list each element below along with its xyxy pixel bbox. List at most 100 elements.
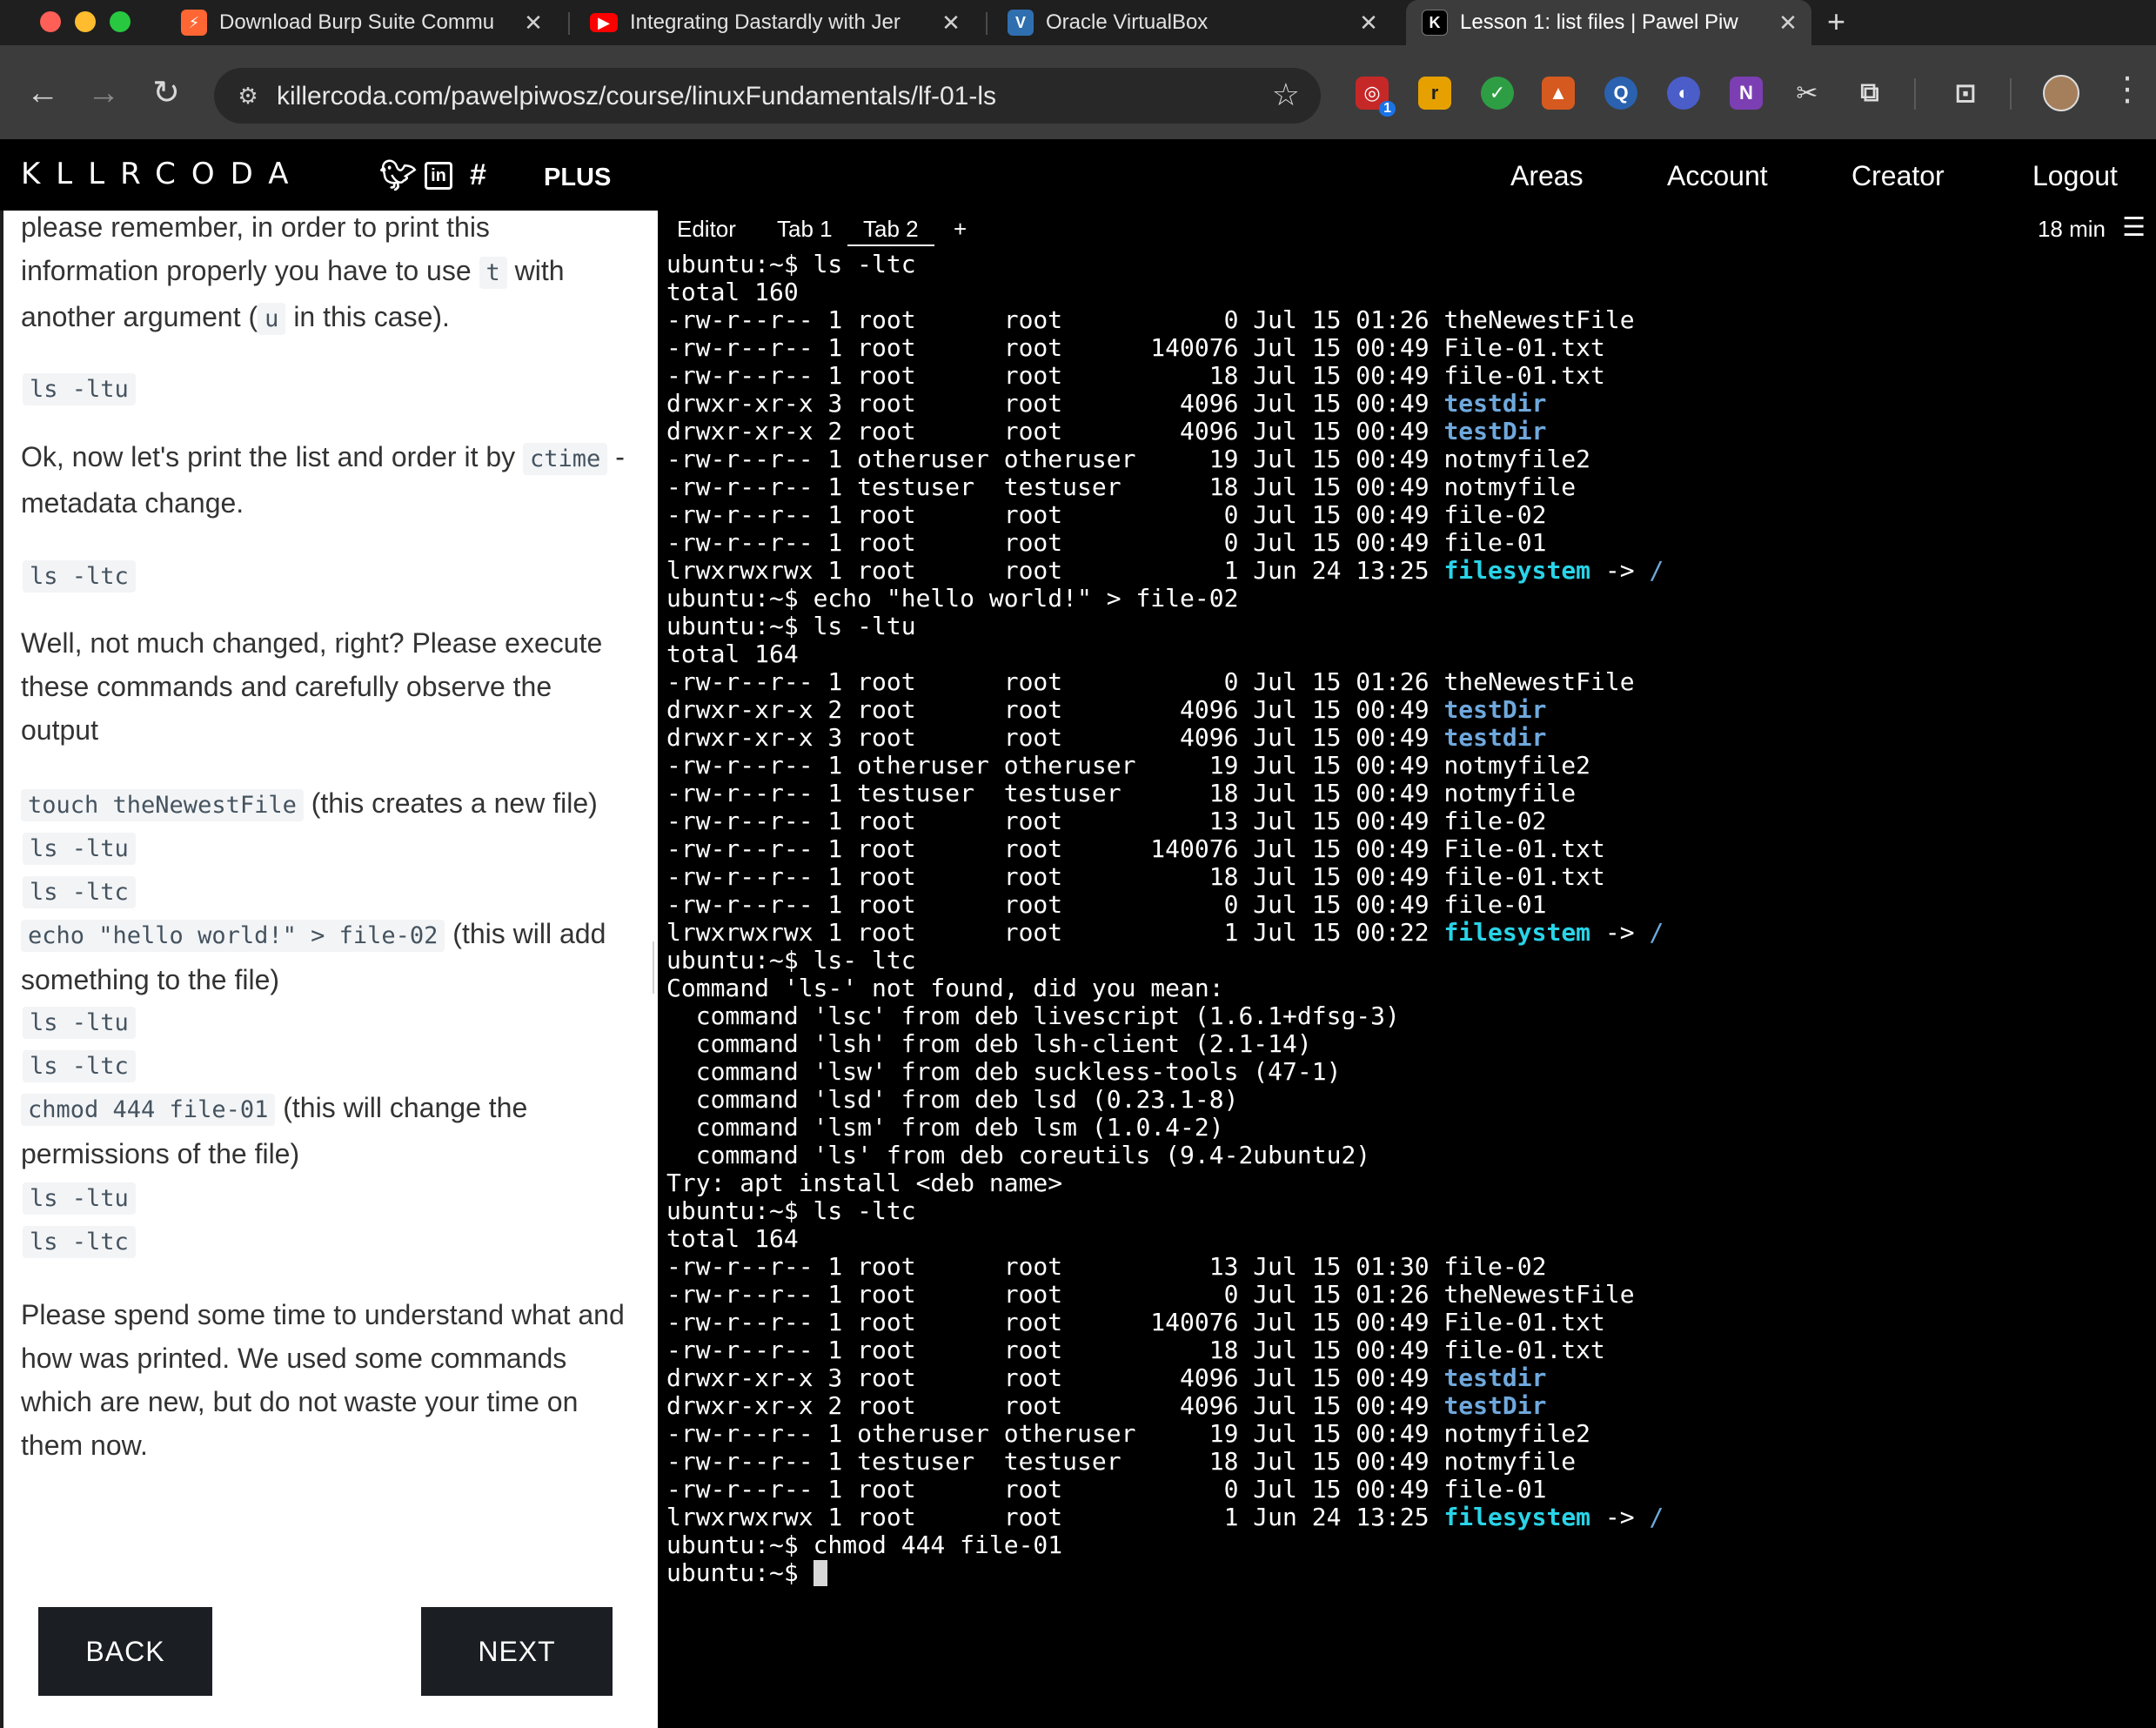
plus-link[interactable]: PLUS [544, 164, 611, 192]
browser-toolbar: ← → ↻ ⚙ killercoda.com/pawelpiwosz/cours… [0, 45, 2156, 139]
add-tab-button[interactable]: + [954, 216, 967, 243]
search-tab-icon[interactable]: ⊡ [1949, 77, 1982, 110]
close-icon[interactable]: ✕ [520, 10, 546, 37]
code-ls-ltu[interactable]: ls -ltu [23, 365, 136, 412]
code-snippet[interactable]: ls -ltu [23, 833, 136, 865]
new-tab-button[interactable]: + [1827, 3, 1845, 40]
linkedin-icon[interactable]: in [425, 162, 452, 190]
site-info-icon[interactable]: ⚙ [231, 79, 264, 112]
extension-icon-globe[interactable]: Q [1604, 77, 1637, 110]
back-button[interactable]: BACK [38, 1607, 212, 1696]
terminal-line: command 'ls' from deb coreutils (9.4-2ub… [666, 1142, 1664, 1169]
terminal-line: drwxr-xr-x 2 root root 4096 Jul 15 00:49… [666, 418, 1664, 445]
extension-icon-lock[interactable]: ◐ [1667, 77, 1700, 110]
close-icon[interactable]: ✕ [1356, 10, 1382, 37]
browser-tab-dastardly[interactable]: ▶ Integrating Dastardly with Jer ✕ [574, 0, 974, 45]
code-snippet[interactable]: ls -ltc [23, 1050, 136, 1082]
terminal-line: -rw-r--r-- 1 root root 0 Jul 15 00:49 fi… [666, 501, 1664, 529]
code-snippet[interactable]: touch theNewestFile [21, 789, 304, 821]
code-snippet[interactable]: ls -ltu [23, 373, 136, 405]
onenote-icon[interactable]: N [1730, 77, 1763, 110]
code-snippet[interactable]: echo "hello world!" > file-02 [21, 920, 445, 952]
code-ls-ltu[interactable]: ls -ltu [23, 1175, 136, 1221]
youtube-icon: ▶ [590, 13, 618, 32]
extension-icon-tools[interactable]: ✂ [1791, 77, 1824, 110]
terminal-text: total 164 [666, 640, 799, 668]
lesson-text: (this creates a new file) [303, 787, 598, 819]
terminal-line: -rw-r--r-- 1 root root 140076 Jul 15 00:… [666, 835, 1664, 863]
terminal-line: total 164 [666, 1225, 1664, 1253]
browser-tab-virtualbox[interactable]: V Oracle VirtualBox ✕ [992, 0, 1392, 45]
code-ls-ltc[interactable]: ls -ltc [23, 868, 136, 914]
code-snippet[interactable]: ls -ltc [23, 1226, 136, 1258]
browser-tab-strip: ⚡ Download Burp Suite Commu ✕ ▶ Integrat… [0, 0, 2156, 45]
tab-editor[interactable]: Editor [677, 216, 736, 243]
twitter-icon[interactable]: 🐦︎ [379, 158, 417, 193]
killercoda-logo[interactable]: KLLRCODA [21, 157, 304, 191]
browser-tab-burp[interactable]: ⚡ Download Burp Suite Commu ✕ [165, 0, 557, 45]
terminal-text: drwxr-xr-x 2 root root 4096 Jul 15 00:49 [666, 695, 1444, 724]
code-ls-ltu[interactable]: ls -ltu [23, 999, 136, 1045]
reload-icon[interactable]: ↻ [144, 71, 188, 115]
address-bar[interactable]: ⚙ killercoda.com/pawelpiwosz/course/linu… [214, 68, 1321, 124]
next-button[interactable]: NEXT [421, 1607, 613, 1696]
terminal-text: -rw-r--r-- 1 testuser testuser 18 Jul 15… [666, 1447, 1577, 1476]
close-icon[interactable]: ✕ [1775, 10, 1801, 37]
terminal-text: -rw-r--r-- 1 root root 0 Jul 15 00:49 fi… [666, 528, 1547, 557]
hamburger-menu-icon[interactable]: ☰ [2122, 212, 2146, 243]
nav-account[interactable]: Account [1667, 160, 1768, 192]
lesson-step-touch: touch theNewestFile (this creates a new … [21, 781, 630, 827]
close-window-button[interactable] [40, 11, 61, 32]
nav-logout[interactable]: Logout [2032, 160, 2118, 192]
terminal-text: total 164 [666, 1224, 799, 1253]
terminal-text: command 'ls' from deb coreutils (9.4-2ub… [666, 1141, 1371, 1169]
browser-tab-killercoda[interactable]: K Lesson 1: list files | Pawel Piw ✕ [1406, 0, 1811, 45]
extensions-puzzle-icon[interactable]: ⧉ [1853, 77, 1886, 110]
code-snippet[interactable]: ls -ltu [23, 1182, 136, 1215]
terminal-output[interactable]: ubuntu:~$ ls -ltc total 160 -rw-r--r-- 1 r… [666, 251, 1664, 1587]
nav-creator[interactable]: Creator [1851, 160, 1945, 192]
tab-separator [986, 12, 988, 35]
tab-tab1[interactable]: Tab 1 [777, 216, 833, 243]
resize-handle[interactable] [653, 941, 654, 994]
forward-arrow-icon[interactable]: → [82, 71, 125, 115]
lesson-text: in this case). [285, 301, 450, 332]
terminal-lnk-name: filesystem [1443, 556, 1591, 585]
code-snippet[interactable]: ls -ltu [23, 1007, 136, 1039]
code-snippet[interactable]: ls -ltc [23, 560, 136, 593]
code-ls-ltu[interactable]: ls -ltu [23, 825, 136, 871]
code-ls-ltc[interactable]: ls -ltc [23, 1042, 136, 1088]
browser-menu-icon[interactable]: ⋮ [2111, 70, 2144, 109]
code-snippet[interactable]: chmod 444 file-01 [21, 1094, 276, 1126]
terminal-line: -rw-r--r-- 1 testuser testuser 18 Jul 15… [666, 473, 1664, 501]
code-ls-ltc[interactable]: ls -ltc [23, 1218, 136, 1264]
back-arrow-icon[interactable]: ← [21, 71, 64, 115]
slack-icon[interactable]: # [470, 158, 486, 192]
terminal-line: Try: apt install <deb name> [666, 1169, 1664, 1197]
toolbar-separator [2010, 78, 2012, 110]
code-snippet[interactable]: ls -ltc [23, 876, 136, 908]
terminal-text: ubuntu:~$ [666, 1558, 814, 1587]
terminal-lnk-name: filesystem [1443, 1503, 1591, 1531]
terminal-line: drwxr-xr-x 3 root root 4096 Jul 15 00:49… [666, 724, 1664, 752]
code-ls-ltc[interactable]: ls -ltc [23, 553, 136, 599]
terminal-line: drwxr-xr-x 3 root root 4096 Jul 15 00:49… [666, 390, 1664, 418]
minimize-window-button[interactable] [75, 11, 96, 32]
tab-title: Lesson 1: list files | Pawel Piw [1460, 10, 1738, 34]
terminal-text: -> [1590, 556, 1650, 585]
metamask-fox-icon[interactable]: ▲ [1542, 77, 1575, 110]
extension-icon-check[interactable]: ✓ [1481, 77, 1514, 110]
terminal-line: drwxr-xr-x 3 root root 4096 Jul 15 00:49… [666, 1364, 1664, 1392]
avatar[interactable] [2043, 75, 2079, 111]
extension-icon-red[interactable]: ◎ 1 [1356, 77, 1396, 117]
nav-areas[interactable]: Areas [1510, 160, 1584, 192]
close-icon[interactable]: ✕ [938, 10, 964, 37]
maximize-window-button[interactable] [110, 11, 131, 32]
terminal-line: command 'lsm' from deb lsm (1.0.4-2) [666, 1114, 1664, 1142]
terminal-line: total 164 [666, 640, 1664, 668]
bookmark-star-icon[interactable]: ☆ [1272, 77, 1300, 113]
tab-tab2[interactable]: Tab 2 [863, 216, 919, 243]
url-text[interactable]: killercoda.com/pawelpiwosz/course/linuxF… [277, 82, 996, 111]
terminal-line: drwxr-xr-x 2 root root 4096 Jul 15 00:49… [666, 696, 1664, 724]
extension-icon-r[interactable]: r [1418, 77, 1451, 110]
